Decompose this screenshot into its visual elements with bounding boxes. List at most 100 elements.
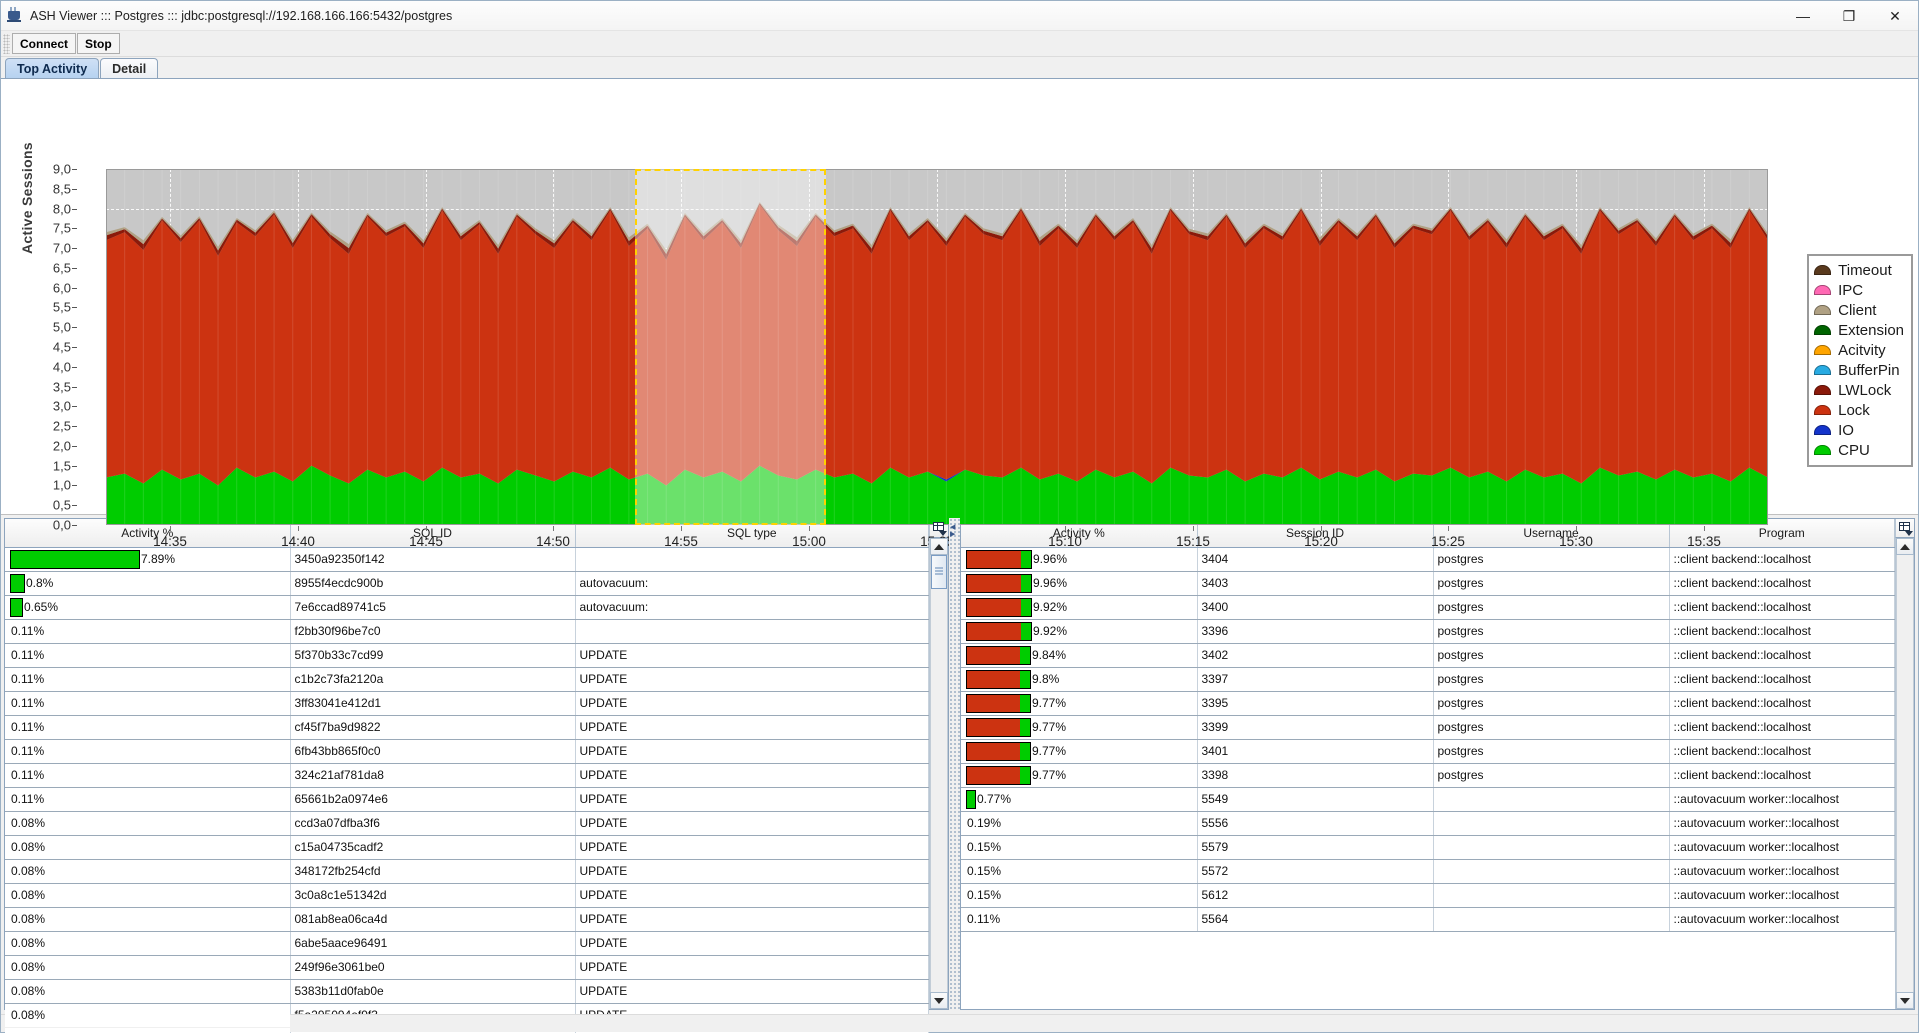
table-row[interactable]: 0.08% 3c0a8c1e51342d UPDATE [5,883,929,908]
scroll-track[interactable] [930,555,948,992]
table-row[interactable]: 0.11% cf45f7ba9d9822 UPDATE [5,715,929,740]
username-cell [1433,835,1670,860]
table-row[interactable]: 0.11% 324c21af781da8 UPDATE [5,763,929,788]
activity-pct-cell: 0.11% [961,907,1198,932]
table-row[interactable]: 0.08% 5383b11d0fab0e UPDATE [5,979,929,1004]
table-row[interactable]: 0.11% 3ff83041e412d1 UPDATE [5,691,929,716]
table-row[interactable]: 0.15% 5579::autovacuum worker::localhost [961,835,1895,860]
scroll-thumb[interactable] [931,555,947,589]
activity-pct-cell: 0.11% [5,763,291,788]
activity-pct-label: 0.11% [11,696,45,710]
session-table-scrollbar[interactable] [1895,538,1914,1009]
activity-pct-cell: 9.77% [961,715,1198,740]
activity-pct-label: 0.15% [967,864,1002,878]
y-axis-tick-label: 2,5 [52,418,71,434]
activity-pct-cell: 0.65% [5,595,291,620]
toolbar-grip-icon[interactable] [3,33,10,54]
session-id-cell: 3402 [1197,643,1434,668]
session-activity-table: Activity % Session ID Username Program 9… [961,519,1895,932]
table-options-button[interactable] [1895,519,1914,538]
table-row[interactable]: 0.15% 5572::autovacuum worker::localhost [961,859,1895,884]
table-row[interactable]: 0.08% c15a04735cadf2 UPDATE [5,835,929,860]
table-row[interactable]: 9.92% 3396 postgres::client backend::local… [961,619,1895,644]
legend-item-io[interactable]: IO [1814,420,1904,440]
y-axis-tick-label: 3,5 [52,379,71,395]
legend-label: LWLock [1838,381,1892,399]
legend-item-cpu[interactable]: CPU [1814,440,1904,460]
scroll-up-button[interactable] [930,538,948,555]
table-row[interactable]: 9.77% 3399 postgres::client backend::local… [961,715,1895,740]
session-id-cell: 5564 [1197,907,1434,932]
table-row[interactable]: 0.11% 5564::autovacuum worker::localhost [961,907,1895,932]
activity-bar-segment-cpu [1020,670,1030,688]
table-row[interactable]: 0.08% 6abe5aace96491 UPDATE [5,931,929,956]
table-row[interactable]: 9.92% 3400 postgres::client backend::local… [961,595,1895,620]
username-cell: postgres [1433,571,1670,596]
sql-type-cell: UPDATE [575,667,929,692]
pane-splitter[interactable]: ◀ ▶ [949,518,960,1010]
legend-item-bufferpin[interactable]: BufferPin [1814,360,1904,380]
table-row[interactable]: 9.96% 3403 postgres::client backend::local… [961,571,1895,596]
y-axis-tick-label: 5,5 [52,299,71,315]
legend-label: BufferPin [1838,361,1900,379]
table-row[interactable]: 0.08% ccd3a07dfba3f6 UPDATE [5,811,929,836]
table-row[interactable]: 0.11% 6fb43bb865f0c0 UPDATE [5,739,929,764]
table-row[interactable]: 0.19% 5556::autovacuum worker::localhost [961,811,1895,836]
activity-pct-cell: 0.11% [5,715,291,740]
legend-item-client[interactable]: Client [1814,300,1904,320]
table-row[interactable]: 9.77% 3401 postgres::client backend::local… [961,739,1895,764]
sql-id-cell: 5f370b33c7cd99 [290,643,576,668]
sql-table-scrollbar[interactable] [929,538,948,1009]
table-row[interactable]: 0.08% 081ab8ea06ca4d UPDATE [5,907,929,932]
toolbar: Connect Stop [1,31,1918,57]
x-axis-tick [298,526,299,531]
legend-item-ipc[interactable]: IPC [1814,280,1904,300]
table-row[interactable]: 0.77% 5549::autovacuum worker::localhost [961,787,1895,812]
activity-pct-cell: 0.15% [961,835,1198,860]
sql-type-cell [575,619,929,644]
table-row[interactable]: 0.08% 249f96e3061be0 UPDATE [5,955,929,980]
table-row[interactable]: 9.77% 3398 postgres::client backend::local… [961,763,1895,788]
table-row[interactable]: 9.8% 3397 postgres::client backend::localh… [961,667,1895,692]
x-axis-tick [681,526,682,531]
tab-top-activity[interactable]: Top Activity [5,58,100,78]
legend-item-acitvity[interactable]: Acitvity [1814,340,1904,360]
table-row[interactable]: 0.11% 5f370b33c7cd99 UPDATE [5,643,929,668]
legend-item-timeout[interactable]: Timeout [1814,260,1904,280]
activity-bar-segment-cpu [1020,694,1030,712]
bottom-panels: Activity % SQL ID SQL type 7.89% 3450a923… [1,515,1918,1033]
legend-item-lock[interactable]: Lock [1814,400,1904,420]
table-row[interactable]: 0.15% 5612::autovacuum worker::localhost [961,883,1895,908]
sql-type-cell: autovacuum: [575,595,929,620]
legend-item-extension[interactable]: Extension [1814,320,1904,340]
close-button[interactable]: ✕ [1872,1,1918,31]
y-axis-tick-label: 7,5 [52,220,71,236]
splitter-collapse-left-icon[interactable]: ◀ [950,524,955,531]
stop-button[interactable]: Stop [77,33,120,54]
scroll-down-button[interactable] [1896,992,1914,1009]
scroll-track[interactable] [1896,555,1914,992]
y-axis-tick [72,485,77,487]
activity-bar-segment-lock [967,694,1020,712]
legend-swatch-icon [1814,365,1832,375]
table-row[interactable]: 0.11% f2bb30f96be7c0 [5,619,929,644]
x-axis-tick-label: 15:35 [1687,534,1721,549]
table-row[interactable]: 0.11% c1b2c73fa2120a UPDATE [5,667,929,692]
maximize-button[interactable]: ❐ [1826,1,1872,31]
tab-detail[interactable]: Detail [100,58,159,78]
chart-plot-area[interactable] [106,169,1768,525]
table-row[interactable]: 9.77% 3395 postgres::client backend::local… [961,691,1895,716]
connect-button[interactable]: Connect [12,33,76,54]
username-cell: postgres [1433,619,1670,644]
table-row[interactable]: 0.08% 348172fb254cfd UPDATE [5,859,929,884]
table-row[interactable]: 0.65% 7e6ccad89741c5 autovacuum: [5,595,929,620]
table-row[interactable]: 0.8% 8955f4ecdc900b autovacuum: [5,571,929,596]
sql-id-cell: 081ab8ea06ca4d [290,907,576,932]
legend-item-lwlock[interactable]: LWLock [1814,380,1904,400]
scroll-up-button[interactable] [1896,538,1914,555]
table-row[interactable]: 0.11% 65661b2a0974e6 UPDATE [5,787,929,812]
scroll-down-button[interactable] [930,992,948,1009]
minimize-button[interactable]: — [1780,1,1826,31]
table-row[interactable]: 9.84% 3402 postgres::client backend::local… [961,643,1895,668]
splitter-collapse-right-icon[interactable]: ▶ [950,531,955,538]
